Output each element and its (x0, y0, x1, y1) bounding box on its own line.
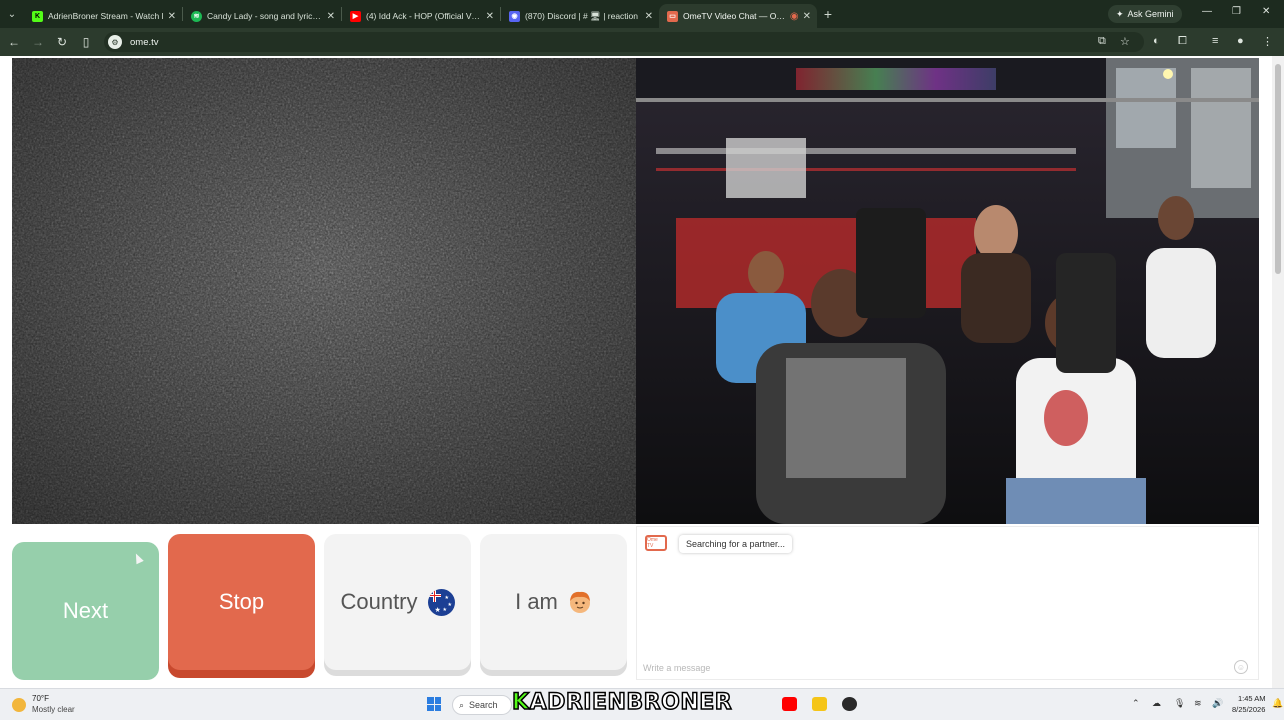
cloud-icon[interactable]: ☁ (1152, 698, 1161, 709)
ask-gemini-button[interactable]: ✦ Ask Gemini (1108, 5, 1182, 23)
country-selector-button[interactable]: Country ★ ★ ★ ★ (324, 534, 471, 670)
streamer-watermark: K ADRIENBRONER (511, 689, 733, 716)
minimize-icon[interactable]: — (1202, 6, 1212, 17)
recording-dot-icon: ◉ (789, 10, 799, 22)
obs-app-icon[interactable] (842, 697, 857, 711)
install-app-icon[interactable]: ⧉ (1098, 35, 1106, 48)
wifi-icon[interactable]: ≋ (1194, 698, 1202, 709)
next-label: Next (62, 598, 109, 623)
message-input-placeholder: Write a message (643, 663, 711, 673)
iam-label: I am (515, 589, 558, 614)
extensions-puzzle-icon[interactable]: ⧠ (1178, 35, 1187, 48)
watermark-text: ADRIENBRONER (529, 689, 733, 716)
side-panel-icon[interactable]: ▯ (74, 35, 98, 49)
gemini-sparkle-icon: ✦ (1116, 8, 1124, 19)
browser-tab-strip: ⌄ K AdrienBroner Stream - Watch l ✕ ≋ Ca… (0, 0, 1284, 28)
country-label: Country (340, 589, 418, 614)
ometv-page: Next Stop Country ★ ★ ★ ★ I am Ome TV Se… (0, 56, 1284, 688)
search-icon: ⌕ (459, 699, 465, 710)
ometv-logo-text: Ome TV (647, 537, 658, 549)
ometv-logo-icon: Ome TV (645, 535, 667, 551)
ometv-icon: ▭ (667, 10, 678, 22)
microphone-icon[interactable]: 🎙 (1174, 698, 1185, 709)
weather-moon-icon[interactable] (12, 698, 26, 712)
forward-arrow-icon[interactable]: → (26, 35, 50, 49)
reload-icon[interactable]: ↻ (50, 35, 74, 49)
new-tab-button[interactable]: + (817, 6, 839, 22)
static-noise (12, 58, 636, 524)
bookmark-star-icon[interactable]: ☆ (1120, 35, 1130, 48)
back-arrow-icon[interactable]: ← (2, 35, 26, 49)
kick-icon: K (32, 10, 43, 22)
clock-time[interactable]: 1:45 AM (1238, 694, 1266, 703)
address-bar[interactable]: ⚙ ome.tv (104, 32, 1144, 52)
tab-search-chevron-icon[interactable]: ⌄ (0, 0, 24, 28)
boy-face-icon (569, 591, 590, 613)
status-message: Searching for a partner... (679, 535, 793, 553)
ask-gemini-label: Ask Gemini (1127, 9, 1174, 19)
emoji-smiley-icon[interactable]: ☺ (1234, 660, 1248, 674)
watermark-kick-letter: K (511, 689, 530, 716)
stop-button[interactable]: Stop (168, 534, 315, 670)
tab-ometv[interactable]: ▭ OmeTV Video Chat — Ome ◉ ✕ (659, 4, 817, 28)
close-tab-icon[interactable]: ✕ (486, 11, 494, 22)
status-message-text: Searching for a partner... (686, 539, 786, 549)
more-menu-icon[interactable]: ⋮ (1262, 35, 1273, 48)
page-scrollbar[interactable] (1272, 56, 1284, 688)
close-tab-icon[interactable]: ✕ (168, 11, 176, 22)
tab-kick[interactable]: K AdrienBroner Stream - Watch l ✕ (24, 4, 182, 28)
tab-spotify[interactable]: ≋ Candy Lady - song and lyrics by ✕ (183, 4, 341, 28)
message-input[interactable]: Write a message (643, 663, 710, 673)
youtube-app-icon[interactable] (782, 697, 797, 711)
tab-title: (870) Discord | # 🖥 | reaction (525, 10, 638, 21)
chat-panel: Ome TV Searching for a partner... Write … (636, 526, 1259, 680)
extension-icon[interactable]: ◐ (1153, 35, 1160, 47)
close-tab-icon[interactable]: ✕ (327, 11, 335, 22)
url-text: ome.tv (130, 36, 159, 48)
windows-start-icon[interactable] (427, 697, 441, 711)
maximize-icon[interactable]: ❐ (1232, 6, 1241, 17)
gender-selector-button[interactable]: I am (480, 534, 627, 670)
partner-video-scene (636, 58, 1259, 524)
tab-discord[interactable]: ◉ (870) Discord | # 🖥 | reaction ✕ (501, 4, 659, 28)
spotify-icon: ≋ (191, 10, 202, 22)
notifications-bell-icon[interactable]: 🔔 (1272, 698, 1283, 709)
profile-avatar-icon[interactable]: ● (1237, 35, 1244, 47)
tab-title: OmeTV Video Chat — Ome (683, 11, 786, 21)
stop-label: Stop (218, 589, 265, 614)
close-window-icon[interactable]: ✕ (1262, 6, 1270, 17)
tray-chevron-icon[interactable]: ⌃ (1132, 698, 1140, 709)
local-video-static (12, 58, 636, 524)
tab-title: (4) Idd Ack - HOP (Official Vide (366, 11, 482, 21)
tab-youtube[interactable]: ▶ (4) Idd Ack - HOP (Official Vide ✕ (342, 4, 500, 28)
tab-title: Candy Lady - song and lyrics by (207, 11, 323, 21)
close-tab-icon[interactable]: ✕ (645, 11, 653, 22)
weather-description: Mostly clear (32, 705, 75, 714)
search-label: Search (469, 700, 498, 710)
clock-date[interactable]: 8/25/2026 (1232, 705, 1265, 714)
youtube-icon: ▶ (350, 10, 361, 22)
volume-icon[interactable]: 🔊 (1212, 698, 1223, 709)
windows-taskbar: 70°F Mostly clear ⌕ Search K ADRIENBRONER… (0, 688, 1284, 720)
weather-temperature: 70°F (32, 694, 49, 703)
site-info-icon[interactable]: ⚙ (108, 35, 122, 49)
taskbar-search[interactable]: ⌕ Search (452, 695, 512, 715)
scrollbar-thumb[interactable] (1275, 64, 1281, 274)
close-tab-icon[interactable]: ✕ (803, 11, 811, 22)
media-controls-icon[interactable]: ≡ (1212, 35, 1218, 47)
discord-icon: ◉ (509, 10, 520, 22)
tab-title: AdrienBroner Stream - Watch l (48, 11, 164, 21)
partner-video-feed (636, 58, 1259, 524)
file-explorer-icon[interactable] (812, 697, 827, 711)
australia-flag-icon: ★ ★ ★ ★ (427, 588, 455, 616)
